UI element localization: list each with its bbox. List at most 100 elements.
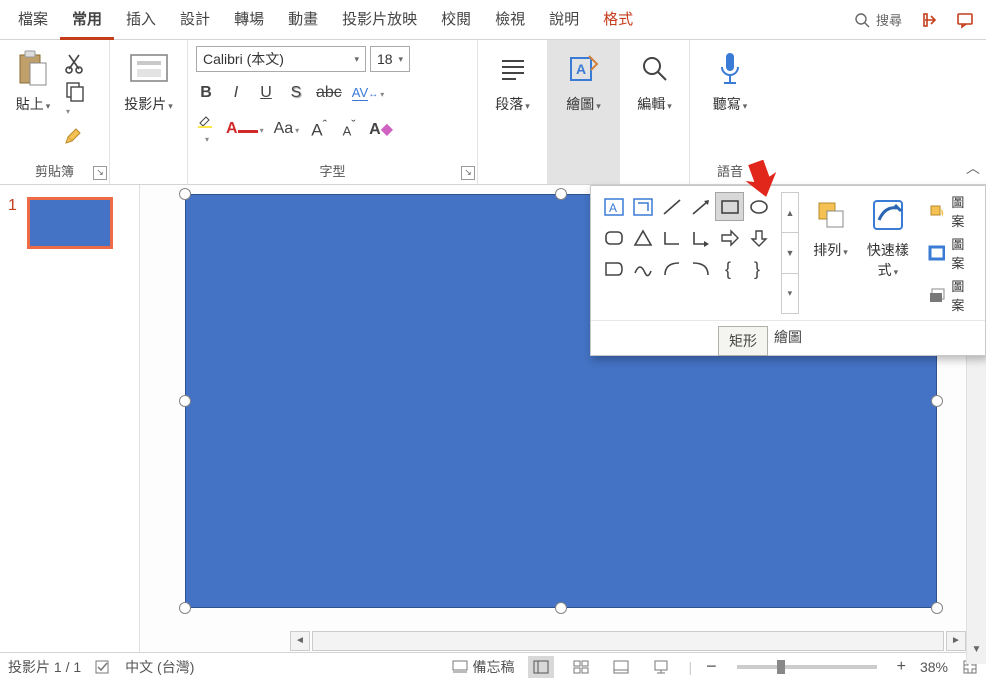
svg-text:}: }	[754, 259, 760, 279]
new-slide-button[interactable]: 投影片	[124, 46, 174, 114]
slideshow-view-button[interactable]	[648, 656, 674, 678]
slide-thumbnails: 1	[0, 185, 140, 652]
shape-effects-button[interactable]: 圖案	[928, 276, 977, 314]
shape-down-arrow[interactable]	[744, 223, 773, 252]
clear-format-button[interactable]: A◆	[369, 119, 393, 139]
group-clipboard: 貼上 剪貼簿 ↘	[0, 40, 110, 184]
bold-button[interactable]: B	[196, 84, 216, 102]
hscroll-track[interactable]	[312, 631, 944, 651]
shape-right-arrow[interactable]	[715, 223, 744, 252]
shape-curve[interactable]	[686, 254, 715, 283]
shape-flowchart[interactable]	[599, 254, 628, 283]
search-label: 搜尋	[876, 10, 902, 29]
shape-elbow-arrow[interactable]	[686, 223, 715, 252]
drawing-button[interactable]: A 繪圖	[559, 46, 609, 114]
resize-handle-e[interactable]	[931, 395, 943, 407]
notes-button[interactable]: 備忘稿	[452, 657, 514, 677]
dictate-button[interactable]: 聽寫	[705, 46, 755, 114]
cut-icon[interactable]	[64, 52, 86, 74]
shape-triangle[interactable]	[628, 223, 657, 252]
format-painter-icon[interactable]	[64, 123, 86, 145]
resize-handle-w[interactable]	[179, 395, 191, 407]
resize-handle-sw[interactable]	[179, 602, 191, 614]
zoom-out-button[interactable]: −	[706, 656, 717, 677]
zoom-in-button[interactable]: +	[897, 658, 906, 676]
shape-rounded-rect[interactable]	[599, 223, 628, 252]
hscroll-right-button[interactable]: ►	[946, 631, 966, 651]
shape-left-brace[interactable]: {	[715, 254, 744, 283]
underline-button[interactable]: U	[256, 84, 276, 102]
shadow-button[interactable]: S	[286, 84, 306, 102]
reading-view-button[interactable]	[608, 656, 634, 678]
shape-textbox[interactable]: A	[599, 192, 628, 221]
paste-button[interactable]: 貼上	[8, 46, 58, 114]
copy-button[interactable]	[64, 80, 86, 117]
quick-styles-button[interactable]: 快速樣式	[860, 192, 915, 314]
shape-elbow-connector[interactable]	[657, 223, 686, 252]
gallery-scroll-up[interactable]: ▲	[782, 193, 798, 233]
zoom-percent[interactable]: 38%	[920, 659, 948, 675]
gallery-more-button[interactable]: ▾	[782, 274, 798, 313]
drawing-panel-group-label: 繪圖	[591, 320, 985, 355]
shape-line[interactable]	[657, 192, 686, 221]
resize-handle-s[interactable]	[555, 602, 567, 614]
tab-help[interactable]: 說明	[537, 0, 591, 40]
arrange-icon	[815, 199, 847, 231]
collapse-ribbon-button[interactable]: ︿	[966, 158, 980, 178]
share-button[interactable]	[916, 5, 946, 35]
resize-handle-se[interactable]	[931, 602, 943, 614]
font-color-button[interactable]: A	[226, 120, 264, 138]
resize-handle-nw[interactable]	[179, 188, 191, 200]
grow-font-button[interactable]: Aˆ	[309, 117, 329, 140]
sorter-view-button[interactable]	[568, 656, 594, 678]
shape-right-brace[interactable]: }	[744, 254, 773, 283]
font-dialog-launcher[interactable]: ↘	[461, 166, 475, 180]
resize-handle-n[interactable]	[555, 188, 567, 200]
strike-button[interactable]: abc	[316, 84, 342, 102]
shape-outline-button[interactable]: 圖案	[928, 234, 977, 272]
search-icon	[854, 12, 870, 28]
tab-insert[interactable]: 插入	[114, 0, 168, 40]
paragraph-button[interactable]: 段落	[488, 46, 538, 114]
shape-textbox-vertical[interactable]	[628, 192, 657, 221]
gallery-scroll-down[interactable]: ▼	[782, 233, 798, 273]
font-name-combo[interactable]: Calibri (本文)▾	[196, 46, 366, 72]
tab-format[interactable]: 格式	[591, 0, 645, 40]
tab-review[interactable]: 校閱	[429, 0, 483, 40]
clipboard-dialog-launcher[interactable]: ↘	[93, 166, 107, 180]
ribbon: 貼上 剪貼簿 ↘ 投影片 Calibri (本文)▾ 18▾	[0, 40, 986, 185]
arrange-button[interactable]: 排列	[807, 192, 854, 314]
spellcheck-icon[interactable]	[95, 659, 111, 675]
comments-button[interactable]	[950, 5, 980, 35]
editing-button[interactable]: 編輯	[630, 46, 680, 114]
tab-home[interactable]: 常用	[60, 0, 114, 40]
tab-slideshow[interactable]: 投影片放映	[330, 0, 429, 40]
shape-arc[interactable]	[657, 254, 686, 283]
shape-arrow-line[interactable]	[686, 192, 715, 221]
shape-wave[interactable]	[628, 254, 657, 283]
shape-fill-button[interactable]: 圖案	[928, 192, 977, 230]
char-spacing-button[interactable]: AV↔	[352, 84, 384, 102]
change-case-button[interactable]: Aa	[274, 120, 300, 138]
zoom-slider-knob[interactable]	[777, 660, 785, 674]
tab-animations[interactable]: 動畫	[276, 0, 330, 40]
highlight-button[interactable]	[196, 111, 216, 147]
tab-file[interactable]: 檔案	[6, 0, 60, 40]
tab-view[interactable]: 檢視	[483, 0, 537, 40]
group-slides: 投影片	[110, 40, 188, 184]
italic-button[interactable]: I	[226, 84, 246, 102]
language-label[interactable]: 中文 (台灣)	[125, 657, 194, 677]
font-size-combo[interactable]: 18▾	[370, 46, 410, 72]
hscroll-left-button[interactable]: ◄	[290, 631, 310, 651]
svg-text:A: A	[609, 201, 617, 215]
normal-view-button[interactable]	[528, 656, 554, 678]
vscroll-down-button[interactable]: ▼	[967, 644, 986, 664]
shrink-font-button[interactable]: Aˇ	[339, 117, 359, 140]
slide-thumbnail-1[interactable]	[27, 197, 113, 249]
search-box[interactable]: 搜尋	[844, 10, 912, 29]
horizontal-scrollbar[interactable]: ◄ ►	[290, 630, 966, 652]
tab-transitions[interactable]: 轉場	[222, 0, 276, 40]
tab-design[interactable]: 設計	[168, 0, 222, 40]
zoom-slider[interactable]	[737, 665, 877, 669]
slide-icon	[129, 53, 169, 85]
